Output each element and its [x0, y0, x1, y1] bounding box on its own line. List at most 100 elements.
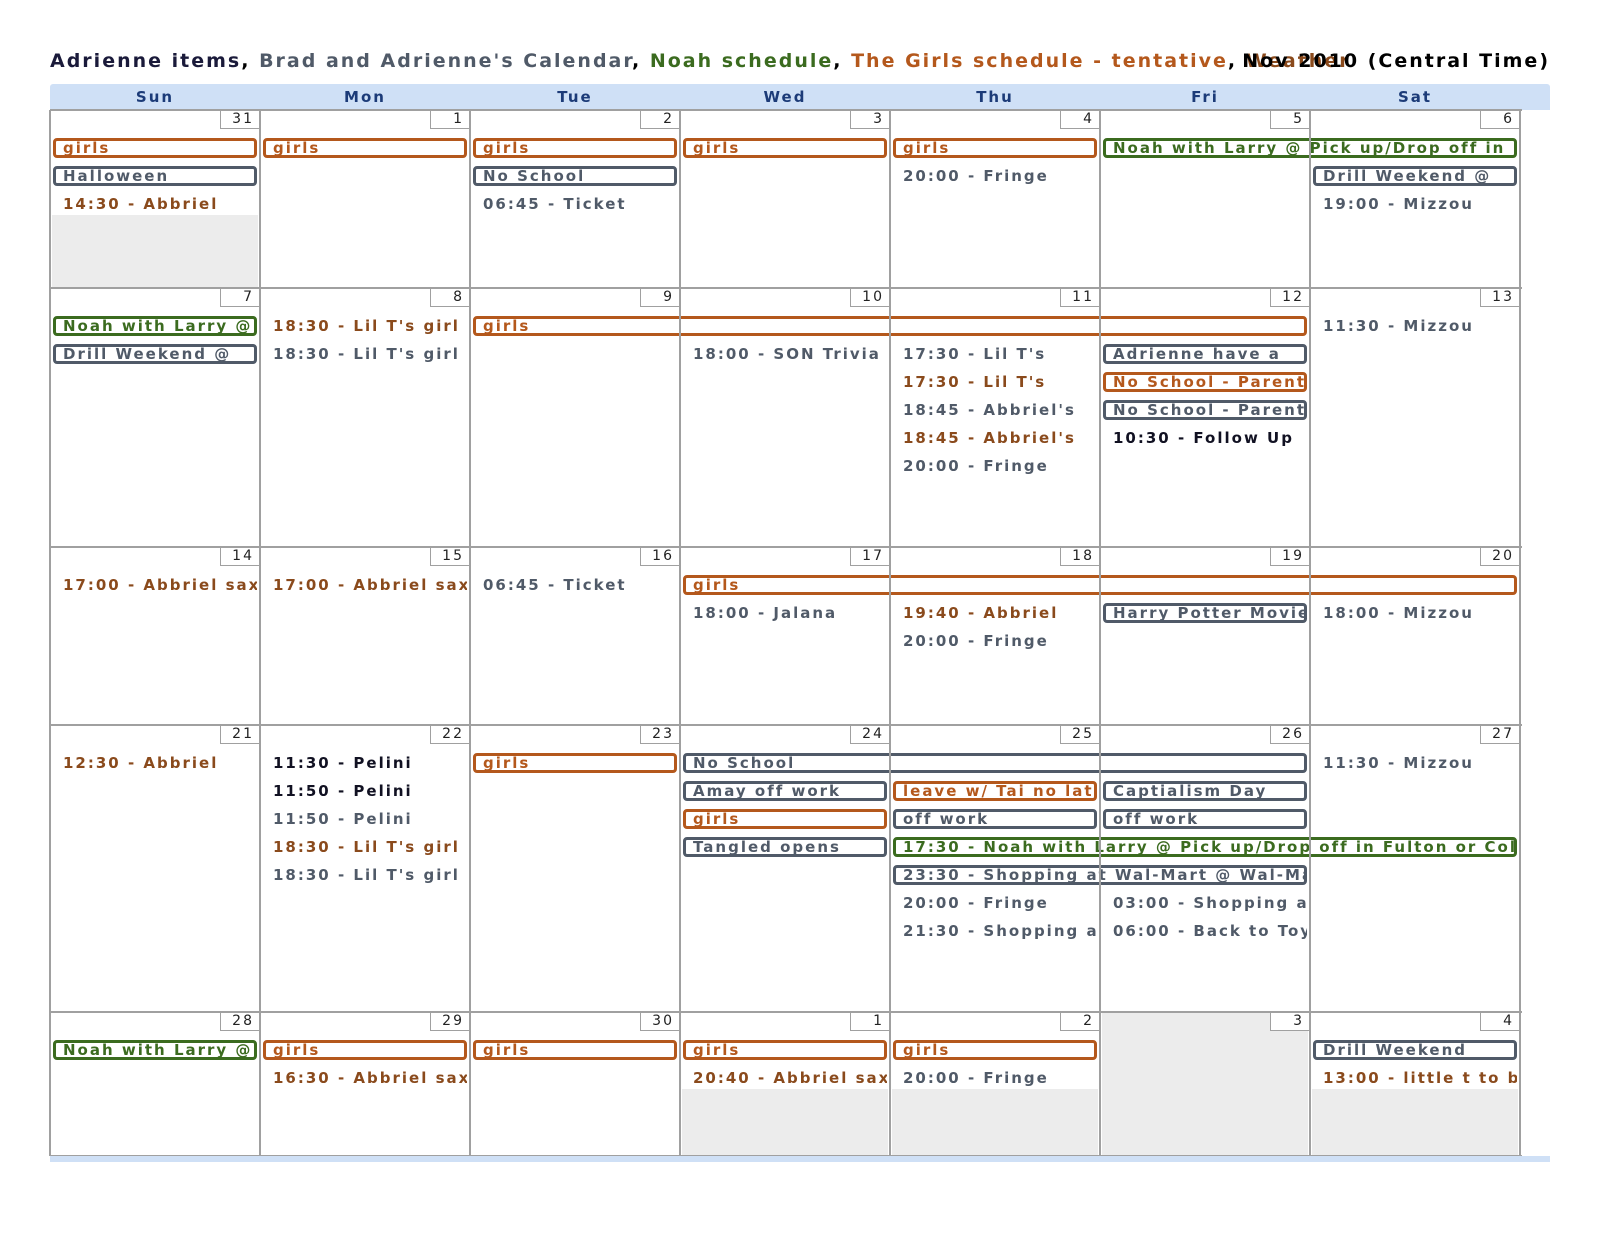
day-number[interactable]: 14	[220, 547, 260, 566]
day-number[interactable]: 13	[1480, 288, 1520, 307]
event-item[interactable]: 16:30 - Abbriel sax	[263, 1069, 467, 1089]
event-item[interactable]: 18:30 - Lil T's girl	[263, 866, 467, 886]
event-chip[interactable]: Tangled opens	[683, 837, 887, 857]
event-item[interactable]: 20:00 - Fringe	[893, 167, 1097, 187]
day-number[interactable]: 10	[850, 288, 890, 307]
event-chip[interactable]: Noah with Larry @	[53, 316, 257, 336]
day-number[interactable]: 2	[1060, 1012, 1100, 1031]
day-number[interactable]: 25	[1060, 725, 1100, 744]
day-number[interactable]: 30	[640, 1012, 680, 1031]
event-chip[interactable]: Adrienne have a	[1103, 344, 1307, 364]
day-cell[interactable]: 16	[470, 547, 680, 725]
day-number[interactable]: 1	[850, 1012, 890, 1031]
event-chip[interactable]: girls	[263, 138, 467, 158]
day-cell[interactable]: 1	[260, 110, 470, 288]
event-item[interactable]: 18:45 - Abbriel's	[893, 401, 1097, 421]
event-chip[interactable]: Halloween	[53, 166, 257, 186]
day-cell[interactable]: 3	[1100, 1012, 1310, 1156]
event-chip[interactable]: Drill Weekend @	[1313, 166, 1517, 186]
event-item[interactable]: 11:30 - Mizzou	[1313, 317, 1517, 337]
event-item[interactable]: 19:00 - Mizzou	[1313, 195, 1517, 215]
event-chip[interactable]: girls	[473, 753, 677, 773]
day-cell[interactable]: 20	[1310, 547, 1520, 725]
event-item[interactable]: 18:00 - Mizzou	[1313, 604, 1517, 624]
event-chip[interactable]: Noah with Larry @	[53, 1040, 257, 1060]
event-item[interactable]: 17:00 - Abbriel sax	[263, 576, 467, 596]
event-chip[interactable]: Harry Potter Movie	[1103, 603, 1307, 623]
day-number[interactable]: 3	[1270, 1012, 1310, 1031]
event-chip[interactable]: No School	[683, 753, 1307, 773]
event-item[interactable]: 18:30 - Lil T's girl	[263, 317, 467, 337]
day-number[interactable]: 18	[1060, 547, 1100, 566]
day-number[interactable]: 15	[430, 547, 470, 566]
event-item[interactable]: 20:00 - Fringe	[893, 1069, 1097, 1089]
day-cell[interactable]: 17	[680, 547, 890, 725]
day-number[interactable]: 24	[850, 725, 890, 744]
day-number[interactable]: 3	[850, 110, 890, 129]
day-number[interactable]: 21	[220, 725, 260, 744]
event-chip[interactable]: Drill Weekend @	[53, 344, 257, 364]
day-number[interactable]: 11	[1060, 288, 1100, 307]
day-number[interactable]: 29	[430, 1012, 470, 1031]
event-item[interactable]: 18:00 - Jalana	[683, 604, 887, 624]
event-item[interactable]: 20:40 - Abbriel sax	[683, 1069, 887, 1089]
event-item[interactable]: 21:30 - Shopping at	[893, 922, 1097, 942]
event-item[interactable]: 11:30 - Pelini	[263, 754, 467, 774]
event-chip[interactable]: 17:30 - Noah with Larry @ Pick up/Drop o…	[893, 837, 1517, 857]
event-item[interactable]: 13:00 - little t to b-	[1313, 1069, 1517, 1089]
event-item[interactable]: 18:30 - Lil T's girl	[263, 838, 467, 858]
day-number[interactable]: 12	[1270, 288, 1310, 307]
event-chip[interactable]: girls	[53, 138, 257, 158]
day-number[interactable]: 19	[1270, 547, 1310, 566]
event-chip[interactable]: girls	[893, 138, 1097, 158]
event-item[interactable]: 06:45 - Ticket	[473, 195, 677, 215]
event-item[interactable]: 18:00 - SON Trivia	[683, 345, 887, 365]
event-item[interactable]: 10:30 - Follow Up	[1103, 429, 1307, 449]
event-item[interactable]: 18:45 - Abbriel's	[893, 429, 1097, 449]
day-cell[interactable]: 15	[260, 547, 470, 725]
event-chip[interactable]: off work	[1103, 809, 1307, 829]
event-chip[interactable]: girls	[263, 1040, 467, 1060]
event-item[interactable]: 06:00 - Back to Toys	[1103, 922, 1307, 942]
day-number[interactable]: 16	[640, 547, 680, 566]
event-chip[interactable]: girls	[893, 1040, 1097, 1060]
event-chip[interactable]: Amay off work	[683, 781, 887, 801]
day-number[interactable]: 8	[430, 288, 470, 307]
event-item[interactable]: 19:40 - Abbriel	[893, 604, 1097, 624]
event-item[interactable]: 11:50 - Pelini	[263, 782, 467, 802]
event-chip[interactable]: No School - Parent	[1103, 372, 1307, 392]
event-item[interactable]: 20:00 - Fringe	[893, 894, 1097, 914]
day-number[interactable]: 20	[1480, 547, 1520, 566]
day-number[interactable]: 4	[1480, 1012, 1520, 1031]
day-cell[interactable]: 3	[680, 110, 890, 288]
event-chip[interactable]: Captialism Day	[1103, 781, 1307, 801]
day-number[interactable]: 7	[220, 288, 260, 307]
day-number[interactable]: 27	[1480, 725, 1520, 744]
event-chip[interactable]: off work	[893, 809, 1097, 829]
day-number[interactable]: 17	[850, 547, 890, 566]
day-number[interactable]: 6	[1480, 110, 1520, 129]
event-chip[interactable]: leave w/ Tai no later	[893, 781, 1097, 801]
day-number[interactable]: 9	[640, 288, 680, 307]
event-item[interactable]: 03:00 - Shopping at	[1103, 894, 1307, 914]
day-cell[interactable]: 14	[50, 547, 260, 725]
event-item[interactable]: 17:00 - Abbriel sax	[53, 576, 257, 596]
event-item[interactable]: 20:00 - Fringe	[893, 632, 1097, 652]
day-number[interactable]: 26	[1270, 725, 1310, 744]
event-item[interactable]: 18:30 - Lil T's girl	[263, 345, 467, 365]
day-number[interactable]: 2	[640, 110, 680, 129]
day-number[interactable]: 5	[1270, 110, 1310, 129]
event-chip[interactable]: girls	[473, 1040, 677, 1060]
day-cell[interactable]: 19	[1100, 547, 1310, 725]
event-item[interactable]: 11:50 - Pelini	[263, 810, 467, 830]
day-number[interactable]: 31	[220, 110, 260, 129]
day-number[interactable]: 4	[1060, 110, 1100, 129]
event-chip[interactable]: girls	[683, 138, 887, 158]
event-item[interactable]: 06:45 - Ticket	[473, 576, 677, 596]
day-cell[interactable]: 28	[50, 1012, 260, 1156]
event-item[interactable]: 12:30 - Abbriel	[53, 754, 257, 774]
day-number[interactable]: 28	[220, 1012, 260, 1031]
event-chip[interactable]: No School	[473, 166, 677, 186]
event-item[interactable]: 14:30 - Abbriel	[53, 195, 257, 215]
day-number[interactable]: 22	[430, 725, 470, 744]
